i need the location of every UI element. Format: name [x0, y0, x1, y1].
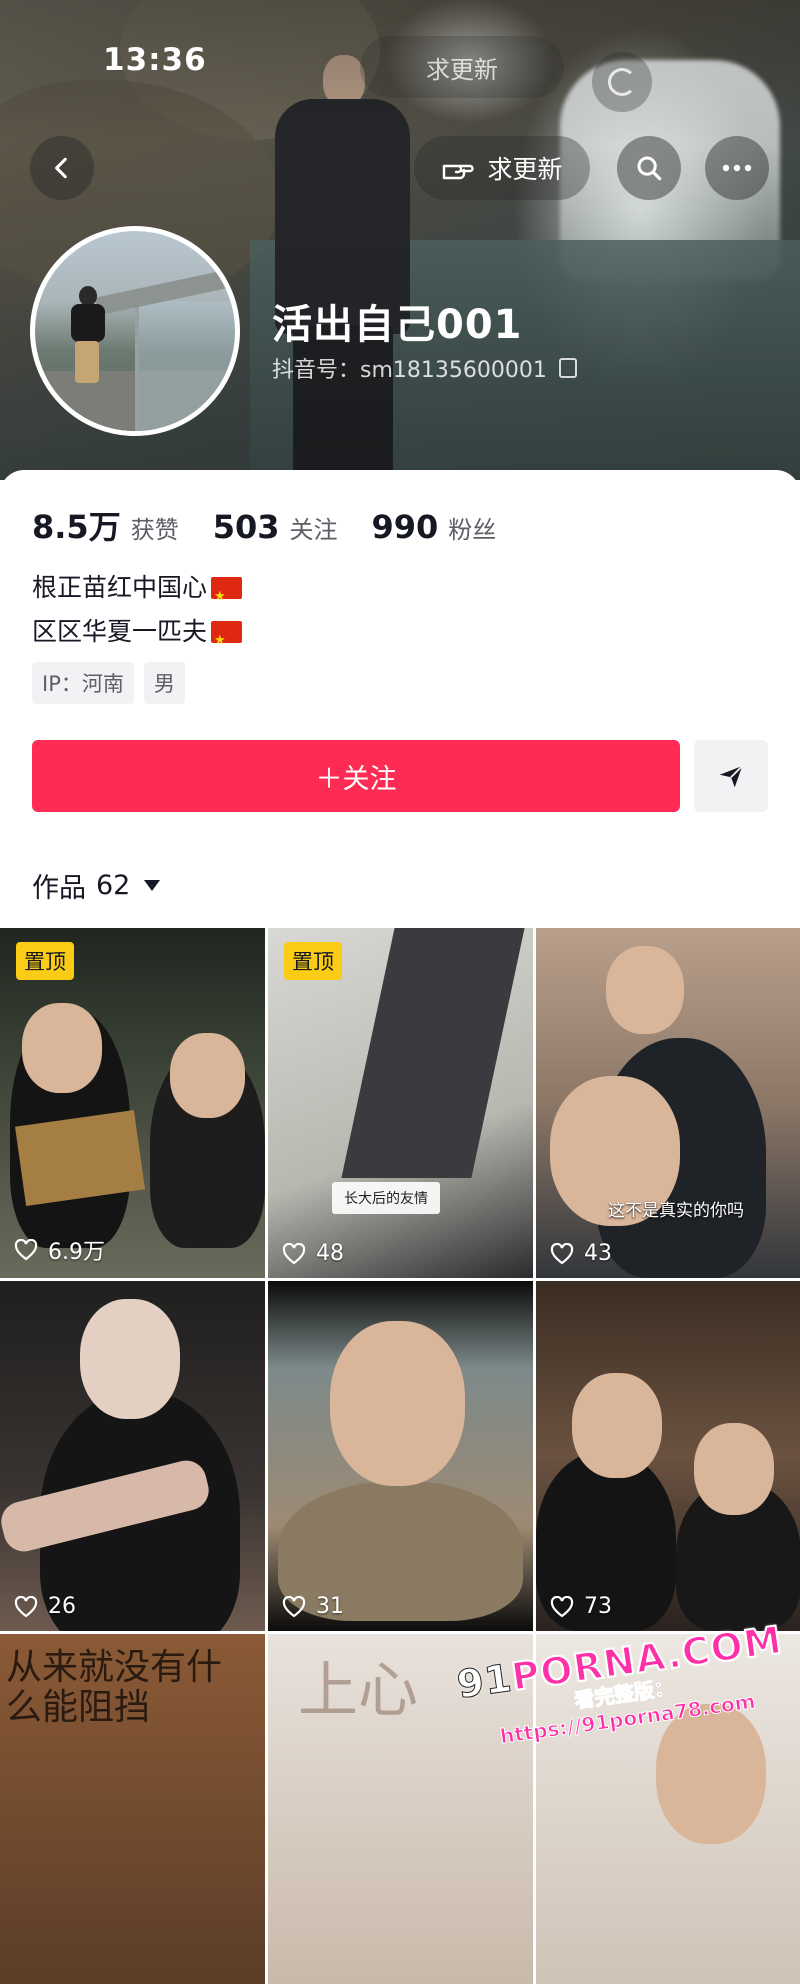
more-options-button[interactable] — [705, 136, 769, 200]
stat-followers-value: 990 — [371, 508, 439, 546]
profile-stats: 8.5万 获赞 503 关注 990 粉丝 — [32, 502, 530, 548]
china-flag-icon — [211, 619, 243, 663]
like-count-text: 26 — [48, 1594, 76, 1619]
bio-line: 区区华夏一匹夫 — [32, 610, 243, 663]
video-thumbnail[interactable]: 长大后的友情 置顶 48 — [268, 928, 533, 1278]
heart-icon — [14, 1595, 38, 1618]
tab-works[interactable]: 作品 62 — [32, 866, 161, 905]
stat-following-label: 关注 — [289, 516, 338, 544]
video-caption: 长大后的友情 — [332, 1182, 440, 1214]
heart-icon — [550, 1595, 574, 1618]
status-bar-time: 13:36 — [103, 42, 207, 78]
more-dots-icon — [722, 164, 752, 172]
thumbnail-sign-text: 从来就没有什么能阻挡 — [6, 1647, 223, 1728]
heart-icon — [282, 1595, 306, 1618]
caret-down-icon — [144, 880, 161, 891]
video-thumbnail[interactable]: 这不是真实的你吗 43 — [536, 928, 800, 1278]
heart-icon — [550, 1242, 574, 1265]
request-update-button[interactable]: 求更新 — [414, 136, 590, 200]
bio-line-2-text: 区区华夏一匹夫 — [32, 617, 208, 646]
video-thumbnail[interactable]: 置顶 6.9万 — [0, 928, 265, 1278]
like-count: 26 — [14, 1594, 76, 1619]
thumbnail-sign-text: 上心 — [298, 1656, 418, 1726]
follow-button[interactable]: ＋关注 — [32, 740, 680, 812]
video-thumbnail[interactable]: 31 — [268, 1281, 533, 1631]
china-flag-icon — [211, 575, 243, 619]
hand-point-icon — [443, 164, 475, 180]
like-count: 43 — [550, 1241, 612, 1266]
like-count-text: 43 — [584, 1241, 612, 1266]
watermark-brand-prefix: 91 — [454, 1655, 515, 1707]
ghost-update-request-button: 求更新 — [360, 36, 564, 98]
tag-gender: 男 — [143, 662, 185, 704]
stat-likes[interactable]: 8.5万 获赞 — [32, 502, 179, 548]
tag-ip-location: IP：河南 — [32, 662, 134, 704]
profile-tags: IP：河南 男 — [32, 662, 185, 704]
request-update-label: 求更新 — [487, 155, 563, 184]
works-count: 62 — [96, 870, 131, 901]
like-count: 31 — [282, 1594, 344, 1619]
like-count-text: 31 — [316, 1594, 344, 1619]
stat-likes-value: 8.5万 — [32, 508, 121, 546]
avatar[interactable] — [30, 226, 240, 436]
douyin-id[interactable]: 抖音号：sm18135600001 — [272, 352, 577, 384]
video-caption: 这不是真实的你吗 — [608, 1201, 744, 1221]
pinned-badge: 置顶 — [284, 942, 342, 980]
like-count: 73 — [550, 1594, 612, 1619]
bio-line-1-text: 根正苗红中国心 — [32, 573, 208, 602]
profile-bio: 根正苗红中国心 区区华夏一匹夫 — [32, 566, 243, 663]
like-count-text: 73 — [584, 1594, 612, 1619]
stat-following[interactable]: 503 关注 — [213, 508, 338, 546]
stat-likes-label: 获赞 — [130, 516, 179, 544]
paper-plane-icon — [719, 765, 743, 788]
heart-icon — [14, 1239, 38, 1261]
like-count-text: 6.9万 — [48, 1240, 105, 1265]
ghost-loading-icon — [592, 52, 652, 112]
profile-nickname: 活出自己001 — [272, 302, 523, 348]
bio-line: 根正苗红中国心 — [32, 566, 243, 619]
works-tab-label: 作品 — [32, 873, 86, 904]
pinned-badge: 置顶 — [16, 942, 74, 980]
like-count-text: 48 — [316, 1241, 344, 1266]
heart-icon — [282, 1242, 306, 1265]
stat-following-value: 503 — [212, 508, 280, 546]
video-thumbnail[interactable]: 26 — [0, 1281, 265, 1631]
stat-followers-label: 粉丝 — [448, 516, 497, 544]
copy-icon[interactable] — [558, 358, 577, 378]
stat-followers[interactable]: 990 粉丝 — [372, 508, 497, 546]
back-button[interactable] — [30, 136, 94, 200]
search-icon — [637, 156, 662, 181]
like-count: 48 — [282, 1241, 344, 1266]
send-message-button[interactable] — [694, 740, 768, 812]
profile-panel: 8.5万 获赞 503 关注 990 粉丝 根正苗红中国心 区区华夏一匹夫 IP… — [0, 470, 800, 1984]
search-button[interactable] — [617, 136, 681, 200]
ghost-update-label: 求更新 — [426, 55, 498, 84]
douyin-id-text: 抖音号：sm18135600001 — [272, 358, 547, 383]
like-count: 6.9万 — [14, 1234, 105, 1266]
chevron-left-icon — [55, 157, 67, 179]
video-thumbnail[interactable]: 73 — [536, 1281, 800, 1631]
video-thumbnail[interactable]: 从来就没有什么能阻挡 — [0, 1634, 265, 1984]
